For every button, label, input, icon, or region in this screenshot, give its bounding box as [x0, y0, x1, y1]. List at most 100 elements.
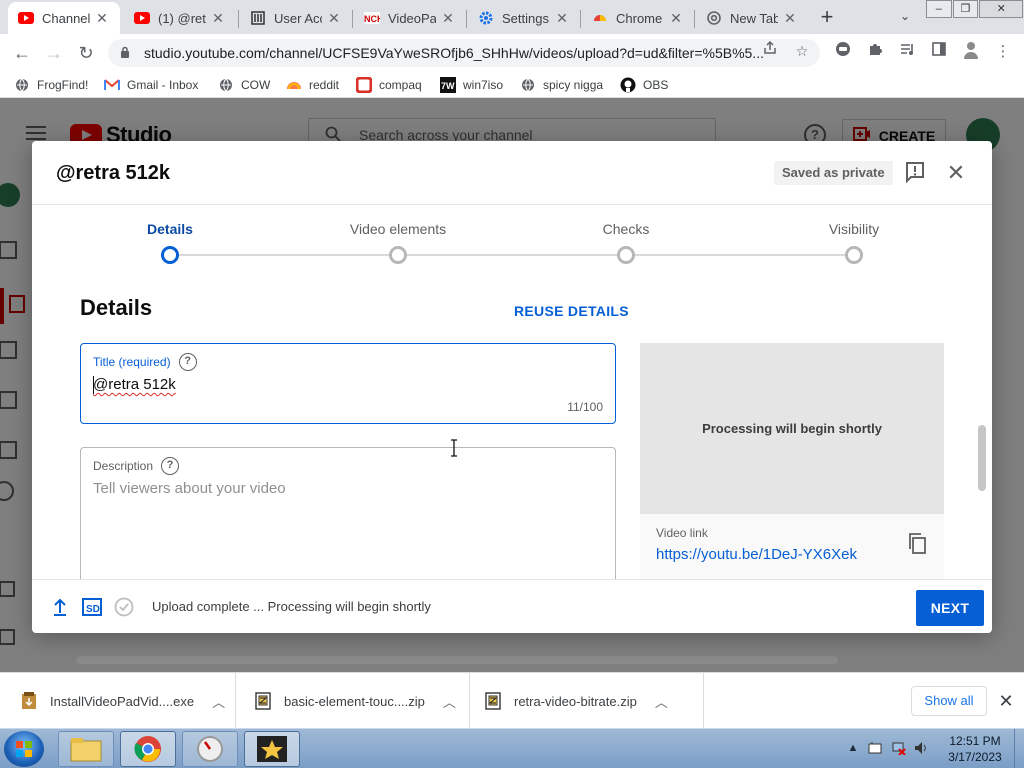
- show-all-downloads-button[interactable]: Show all: [911, 686, 987, 716]
- tab-settings[interactable]: Settings ✕: [468, 2, 580, 34]
- media-queue-icon[interactable]: [896, 41, 918, 63]
- tab-title: Chrome: [616, 10, 663, 26]
- tab-user-accounts[interactable]: User Acc ✕: [240, 2, 352, 34]
- step-visibility[interactable]: Visibility: [794, 221, 914, 237]
- tab-title: (1) @retr: [158, 10, 206, 26]
- chevron-up-icon[interactable]: ︿: [212, 692, 225, 711]
- tab-channel[interactable]: Channel ✕: [8, 2, 120, 34]
- minimize-button[interactable]: –: [926, 0, 952, 18]
- show-desktop-button[interactable]: [1014, 729, 1024, 768]
- taskbar-explorer-icon[interactable]: [58, 731, 114, 767]
- tab-search-chevron-icon[interactable]: ⌄: [896, 6, 914, 26]
- bookmark-win7iso[interactable]: 7W win7iso: [440, 76, 503, 94]
- step-dot-details[interactable]: [161, 246, 179, 264]
- new-tab-button[interactable]: +: [816, 4, 838, 30]
- download-item[interactable]: InstallVideoPadVid....exe ︿: [0, 673, 236, 729]
- tab-title: User Acc: [274, 10, 322, 26]
- tray-action-center-icon[interactable]: [868, 741, 882, 755]
- close-tab-icon[interactable]: ✕: [668, 10, 684, 27]
- close-tab-icon[interactable]: ✕: [782, 10, 798, 27]
- upload-status-text: Upload complete ... Processing will begi…: [152, 599, 431, 614]
- close-tab-icon[interactable]: ✕: [94, 10, 110, 27]
- profile-avatar-icon[interactable]: [960, 41, 982, 63]
- feedback-icon[interactable]: [904, 161, 926, 184]
- taskbar-chrome-icon[interactable]: [120, 731, 176, 767]
- browser-menu-kebab-icon[interactable]: ⋮: [992, 41, 1014, 63]
- taskbar-speedometer-icon[interactable]: [182, 731, 238, 767]
- tab-new-tab[interactable]: New Tab ✕: [696, 2, 808, 34]
- youtube-icon: [134, 10, 150, 26]
- reload-icon[interactable]: ↻: [74, 42, 98, 64]
- horizontal-scrollbar[interactable]: [76, 656, 838, 664]
- window-close-button[interactable]: ✕: [979, 0, 1023, 18]
- dialog-body: Details REUSE DETAILS Title (required) ?…: [32, 275, 992, 579]
- bookmark-obs[interactable]: OBS: [620, 76, 668, 94]
- gmail-icon: [104, 77, 120, 93]
- description-field[interactable]: Description ? Tell viewers about your vi…: [80, 447, 616, 579]
- video-link-box: Video link https://youtu.be/1DeJ-YX6Xek: [640, 514, 944, 579]
- video-preview: Processing will begin shortly: [640, 343, 944, 514]
- tab-chrome[interactable]: Chrome ✕: [582, 2, 694, 34]
- compaq-icon: [356, 77, 372, 93]
- description-input[interactable]: Tell viewers about your video: [93, 480, 286, 497]
- title-input[interactable]: @retra 512k: [93, 376, 176, 393]
- restore-button[interactable]: ❐: [952, 0, 979, 18]
- download-item[interactable]: basic-element-touc....zip ︿: [236, 673, 470, 729]
- upload-arrow-icon[interactable]: [50, 597, 70, 617]
- back-arrow-icon[interactable]: ←: [10, 42, 34, 64]
- close-icon[interactable]: ✕: [944, 161, 968, 185]
- copy-icon[interactable]: [908, 532, 928, 556]
- download-filename: InstallVideoPadVid....exe: [50, 693, 195, 709]
- bookmark-spicy[interactable]: spicy nigga: [520, 76, 603, 94]
- tab-videopad[interactable]: NCH VideoPad ✕: [354, 2, 466, 34]
- bookmark-frogfind[interactable]: FrogFind!: [14, 76, 88, 94]
- reuse-details-button[interactable]: REUSE DETAILS: [514, 303, 629, 319]
- step-dot-checks[interactable]: [617, 246, 635, 264]
- bookmark-cow[interactable]: COW: [218, 76, 270, 94]
- title-field[interactable]: Title (required) ? @retra 512k 11/100: [80, 343, 616, 424]
- close-tab-icon[interactable]: ✕: [440, 10, 456, 27]
- bookmark-gmail[interactable]: Gmail - Inbox: [104, 76, 198, 94]
- title-label-text: Title (required): [93, 355, 171, 369]
- globe-icon: [520, 77, 536, 93]
- address-bar[interactable]: studio.youtube.com/channel/UCFSE9VaYweSR…: [108, 39, 820, 67]
- bookmark-label: compaq: [379, 78, 422, 92]
- extensions-puzzle-icon[interactable]: [864, 41, 886, 63]
- next-button[interactable]: NEXT: [916, 590, 984, 626]
- extension-media-icon[interactable]: [832, 41, 854, 63]
- close-tab-icon[interactable]: ✕: [326, 10, 342, 27]
- step-dot-video-elements[interactable]: [389, 246, 407, 264]
- download-item[interactable]: retra-video-bitrate.zip ︿: [470, 673, 704, 729]
- taskbar-videopad-icon[interactable]: [244, 731, 300, 767]
- bookmark-label: OBS: [643, 78, 669, 92]
- chevron-up-icon[interactable]: ︿: [655, 692, 668, 711]
- bookmark-reddit[interactable]: reddit: [286, 76, 339, 94]
- bookmark-star-icon[interactable]: ☆: [792, 40, 812, 62]
- sd-quality-icon[interactable]: SD: [82, 597, 102, 617]
- step-video-elements[interactable]: Video elements: [338, 221, 458, 237]
- checks-complete-icon[interactable]: [114, 597, 134, 617]
- svg-text:7W: 7W: [441, 81, 455, 91]
- forward-arrow-icon[interactable]: →: [42, 42, 66, 64]
- tray-overflow-icon[interactable]: ▲: [846, 741, 860, 755]
- system-clock[interactable]: 12:51 PM 3/17/2023: [942, 733, 1008, 765]
- step-details[interactable]: Details: [110, 221, 230, 237]
- description-help-icon[interactable]: ?: [161, 457, 180, 475]
- bookmark-compaq[interactable]: compaq: [356, 76, 422, 94]
- side-panel-icon[interactable]: [928, 41, 950, 63]
- step-checks[interactable]: Checks: [566, 221, 686, 237]
- close-tab-icon[interactable]: ✕: [554, 10, 570, 27]
- close-tab-icon[interactable]: ✕: [210, 10, 226, 27]
- title-help-icon[interactable]: ?: [178, 353, 197, 371]
- tray-network-icon[interactable]: [892, 741, 906, 756]
- tab-retra[interactable]: (1) @retr ✕: [124, 2, 236, 34]
- video-link-url[interactable]: https://youtu.be/1DeJ-YX6Xek: [656, 546, 857, 563]
- close-downloads-icon[interactable]: ✕: [996, 690, 1016, 712]
- dialog-scrollbar[interactable]: [978, 425, 986, 491]
- globe-icon: [14, 77, 30, 93]
- start-button[interactable]: [4, 731, 44, 767]
- share-icon[interactable]: [760, 40, 780, 62]
- step-dot-visibility[interactable]: [845, 246, 863, 264]
- chevron-up-icon[interactable]: ︿: [443, 692, 456, 711]
- tray-volume-icon[interactable]: [914, 741, 928, 755]
